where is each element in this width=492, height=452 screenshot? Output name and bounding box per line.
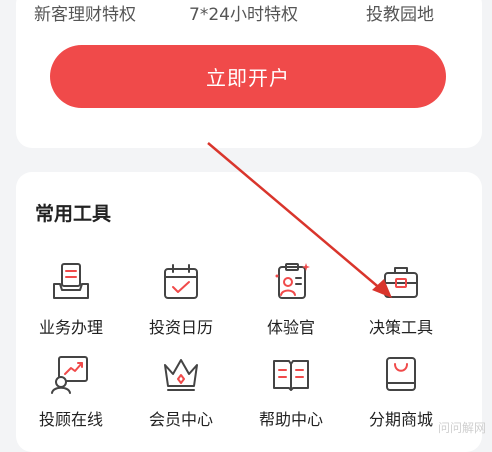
privilege-item[interactable]: 新客理财特权 xyxy=(34,0,136,25)
calendar-icon xyxy=(164,264,198,299)
tool-calendar[interactable]: 投资日历 xyxy=(126,260,236,340)
clipboard-person-icon xyxy=(275,263,310,299)
tool-advisor-online[interactable]: 投顾在线 xyxy=(16,352,126,432)
common-tools-card: 常用工具 业务办理 投资日历 体验官 决策工具 投顾在线 会员中心 帮助中心 分… xyxy=(16,172,482,452)
account-card: 新客理财特权 7*24小时特权 投教园地 立即开户 xyxy=(16,0,482,148)
advisor-chart-icon xyxy=(51,356,88,394)
tool-label: 决策工具 xyxy=(368,318,433,337)
section-title: 常用工具 xyxy=(35,203,112,225)
toolbox-icon xyxy=(384,267,418,298)
crown-icon xyxy=(164,359,198,391)
privilege-row: 新客理财特权 7*24小时特权 投教园地 xyxy=(16,0,482,40)
tool-business[interactable]: 业务办理 xyxy=(16,260,126,340)
tray-document-icon xyxy=(53,263,89,299)
tool-decision[interactable]: 决策工具 xyxy=(346,260,456,340)
tool-help-center[interactable]: 帮助中心 xyxy=(236,352,346,432)
tool-label: 投顾在线 xyxy=(38,410,103,429)
shopping-bag-icon xyxy=(386,357,416,391)
tool-label: 体验官 xyxy=(266,318,315,337)
tool-experience-officer[interactable]: 体验官 xyxy=(236,260,346,340)
tool-label: 帮助中心 xyxy=(258,410,323,429)
open-book-icon xyxy=(273,360,309,391)
tool-member-center[interactable]: 会员中心 xyxy=(126,352,236,432)
tool-label: 投资日历 xyxy=(148,318,213,337)
tool-label: 业务办理 xyxy=(38,318,103,337)
privilege-item[interactable]: 投教园地 xyxy=(366,0,434,25)
privilege-item[interactable]: 7*24小时特权 xyxy=(189,0,298,25)
tool-label: 会员中心 xyxy=(148,410,213,429)
open-account-button[interactable]: 立即开户 xyxy=(50,45,446,108)
watermark: 问问解网 xyxy=(437,421,486,435)
